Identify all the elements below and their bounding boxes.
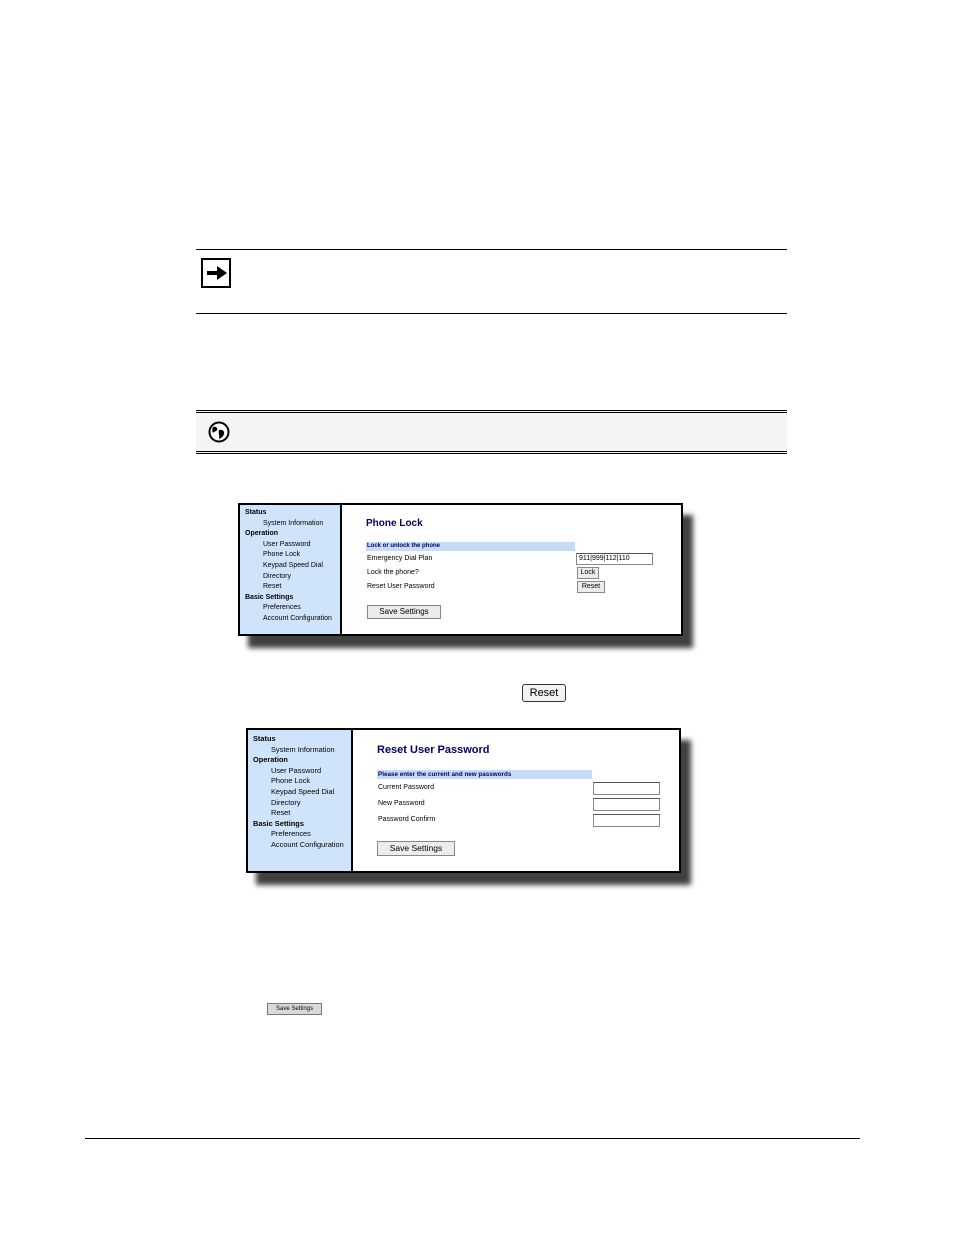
- reset-password-content: Reset User Password Please enter the cur…: [353, 730, 679, 871]
- new-password-input[interactable]: [593, 798, 660, 811]
- new-password-label: New Password: [378, 800, 425, 807]
- phone-lock-content: Phone Lock Lock or unlock the phone Emer…: [342, 505, 681, 634]
- inline-reset-button[interactable]: Reset: [522, 684, 566, 702]
- page-title: Phone Lock: [366, 518, 423, 529]
- password-confirm-label: Password Confirm: [378, 816, 436, 823]
- emergency-dial-plan-input[interactable]: 911|999|112|110: [576, 553, 653, 565]
- nav-item[interactable]: Phone Lock: [245, 550, 340, 561]
- nav-item[interactable]: Account Configuration: [253, 840, 351, 851]
- nav-item[interactable]: Account Configuration: [245, 614, 340, 625]
- nav-item[interactable]: Preferences: [253, 829, 351, 840]
- globe-icon: [208, 421, 230, 443]
- reset-user-password-label: Reset User Password: [367, 583, 435, 590]
- sidebar-nav: Status System Information Operation User Pa…: [248, 730, 353, 871]
- nav-section: Basic Settings: [245, 593, 294, 601]
- note-top-rule: [196, 249, 787, 250]
- nav-item[interactable]: Phone Lock: [253, 776, 351, 787]
- nav-item[interactable]: System Information: [245, 519, 340, 530]
- nav-section: Operation: [245, 530, 279, 538]
- reset-password-screenshot: Status System Information Operation User Pa…: [246, 728, 681, 873]
- nav-section: Basic Settings: [253, 818, 304, 828]
- nav-section: Operation: [253, 755, 288, 765]
- note-bottom-rule: [196, 313, 787, 314]
- save-settings-button[interactable]: Save Settings: [377, 841, 455, 856]
- section-header: Please enter the current and new passwor…: [377, 770, 592, 779]
- nav-item[interactable]: User Password: [253, 766, 351, 777]
- password-confirm-input[interactable]: [593, 814, 660, 827]
- phone-lock-screenshot: Status System Information Operation User Pa…: [238, 503, 683, 636]
- nav-item[interactable]: Reset: [245, 582, 340, 593]
- nav-item[interactable]: Keypad Speed Dial: [253, 787, 351, 798]
- section-header: Lock or unlock the phone: [366, 542, 575, 551]
- lock-button[interactable]: Lock: [577, 567, 599, 579]
- nav-item[interactable]: Keypad Speed Dial: [245, 561, 340, 572]
- nav-item[interactable]: Directory: [245, 572, 340, 583]
- right-arrow-icon: [201, 258, 231, 288]
- nav-section: Status: [245, 509, 267, 516]
- emergency-dial-plan-label: Emergency Dial Plan: [367, 555, 433, 562]
- nav-item[interactable]: System Information: [253, 745, 351, 756]
- lock-phone-label: Lock the phone?: [367, 569, 419, 576]
- nav-item[interactable]: Directory: [253, 798, 351, 809]
- inline-save-settings-button[interactable]: Save Settings: [267, 1003, 322, 1015]
- page-title: Reset User Password: [377, 744, 490, 756]
- current-password-input[interactable]: [593, 782, 660, 795]
- nav-item[interactable]: Preferences: [245, 603, 340, 614]
- reset-button[interactable]: Reset: [577, 581, 605, 593]
- nav-item[interactable]: User Password: [245, 540, 340, 551]
- footer-rule: [85, 1138, 860, 1139]
- web-ui-band: [196, 410, 787, 454]
- sidebar-nav: Status System Information Operation User Pa…: [240, 505, 342, 634]
- save-settings-button[interactable]: Save Settings: [367, 605, 441, 619]
- current-password-label: Current Password: [378, 784, 435, 791]
- nav-item[interactable]: Reset: [253, 808, 351, 819]
- nav-section: Status: [253, 734, 276, 743]
